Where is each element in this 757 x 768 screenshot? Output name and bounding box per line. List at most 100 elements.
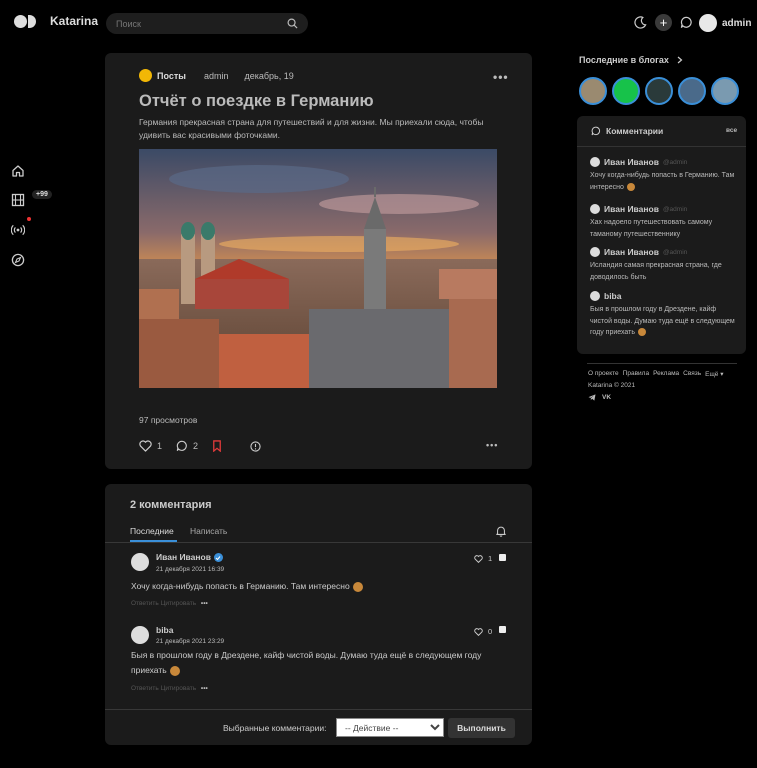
video-count-badge: +99: [32, 190, 52, 199]
comment-text: Быя в прошлом году в Дрездене, кайф чист…: [131, 650, 482, 676]
all-comments-link[interactable]: все: [726, 127, 737, 134]
search-icon[interactable]: [287, 18, 298, 29]
report-button[interactable]: [250, 440, 261, 452]
footer-link-contact[interactable]: Связь: [683, 370, 701, 378]
post-image[interactable]: [139, 149, 497, 388]
compass-icon[interactable]: [11, 253, 27, 269]
live-indicator: [27, 217, 31, 221]
footer-links: О проекте Правила Реклама Связь Ещё ▾: [588, 370, 724, 378]
comments-button[interactable]: 2: [176, 440, 198, 452]
bookmark-button[interactable]: [212, 440, 222, 452]
vk-link[interactable]: VK: [602, 394, 611, 401]
footer-link-rules[interactable]: Правила: [623, 370, 649, 378]
blog-story[interactable]: [711, 77, 739, 105]
film-icon[interactable]: [11, 193, 27, 209]
broadcast-icon[interactable]: [11, 223, 27, 239]
blog-story[interactable]: [612, 77, 640, 105]
blog-story[interactable]: [645, 77, 673, 105]
quote-link[interactable]: Цитировать: [161, 685, 197, 692]
category-icon: [139, 69, 152, 82]
widget-title: Комментарии: [606, 126, 664, 136]
comment-avatar[interactable]: [131, 626, 149, 644]
search-input[interactable]: [116, 18, 287, 29]
comment-date: 21 декабря 2021 23:29: [156, 638, 225, 645]
comment-like-count: 1: [488, 554, 493, 563]
recent-comment[interactable]: Иван Иванов @admin Исландия самая прекрас…: [590, 247, 740, 283]
brand-name: Katarina: [50, 14, 99, 28]
likes-count: 1: [157, 441, 163, 451]
social-links: VK: [588, 394, 611, 401]
comments-count: 2: [193, 441, 199, 451]
comment-links: Ответить Цитировать •••: [131, 685, 208, 692]
heart-icon: [474, 554, 483, 563]
post-views: 97 просмотров: [139, 415, 198, 425]
avatar: [699, 14, 717, 32]
comment-author[interactable]: Иван Иванов: [156, 552, 223, 563]
chat-icon[interactable]: [680, 16, 693, 29]
comment-checkbox[interactable]: [499, 626, 506, 633]
emoji-icon: [352, 581, 363, 592]
like-button[interactable]: 1: [139, 440, 162, 452]
tab-write[interactable]: Написать: [190, 526, 227, 536]
comment-author[interactable]: biba: [156, 625, 173, 635]
search-bar[interactable]: [106, 13, 308, 34]
post-author[interactable]: admin: [204, 71, 229, 81]
selected-comments-label: Выбранные комментарии:: [223, 723, 327, 733]
recent-comment[interactable]: Иван Иванов @admin Хочу когда-нибудь попа…: [590, 157, 740, 193]
heart-icon: [139, 440, 152, 452]
telegram-icon[interactable]: [588, 394, 596, 401]
post-category[interactable]: Посты: [157, 71, 186, 81]
widget-header: Комментарии: [591, 126, 663, 136]
comment-more-icon[interactable]: •••: [201, 600, 208, 607]
reply-link[interactable]: Ответить: [131, 600, 159, 607]
blog-story[interactable]: [678, 77, 706, 105]
execute-button[interactable]: Выполнить: [448, 718, 515, 738]
post-meta: Посты admin декабрь, 19: [139, 69, 294, 82]
recent-blogs-header[interactable]: Последние в блогах: [579, 55, 683, 65]
avatar: [590, 157, 600, 167]
footer-link-ads[interactable]: Реклама: [653, 370, 679, 378]
blog-story[interactable]: [579, 77, 607, 105]
header-actions: +: [634, 14, 693, 31]
comment-checkbox[interactable]: [499, 554, 506, 561]
comment-avatar[interactable]: [131, 553, 149, 571]
user-menu[interactable]: admin: [699, 14, 751, 32]
divider: [105, 709, 532, 710]
post-description: Германия прекрасная страна для путешеств…: [139, 117, 484, 140]
emoji-icon: [626, 182, 635, 191]
post-more-icon[interactable]: •••: [486, 440, 498, 450]
emoji-icon: [169, 665, 180, 676]
post-title[interactable]: Отчёт о поездке в Германию: [139, 92, 374, 111]
comment-like-button[interactable]: 1: [474, 554, 492, 563]
logo-icon: [14, 14, 36, 28]
post-date: декабрь, 19: [244, 70, 294, 81]
bookmark-icon: [213, 440, 221, 452]
home-icon[interactable]: [11, 164, 27, 180]
divider: [587, 363, 737, 364]
comment-text: Хочу когда-нибудь попасть в Германию. Та…: [131, 579, 491, 594]
divider: [577, 146, 746, 147]
reply-link[interactable]: Ответить: [131, 685, 159, 692]
plus-icon[interactable]: +: [655, 14, 672, 31]
comment-more-icon[interactable]: •••: [201, 685, 208, 692]
avatar: [590, 204, 600, 214]
quote-link[interactable]: Цитировать: [161, 600, 197, 607]
avatar: [590, 247, 600, 257]
recent-comment[interactable]: biba Быя в прошлом году в Дрездене, кайф…: [590, 291, 740, 339]
comment-date: 21 декабря 2021 16:39: [156, 566, 225, 573]
comment-like-button[interactable]: 0: [474, 627, 492, 636]
footer-link-about[interactable]: О проекте: [588, 370, 619, 378]
info-icon: [250, 440, 261, 452]
divider: [105, 542, 532, 543]
comment-like-count: 0: [488, 627, 493, 636]
more-icon[interactable]: •••: [493, 70, 509, 84]
action-select[interactable]: -- Действие --: [336, 718, 444, 737]
logo[interactable]: Katarina: [14, 14, 98, 28]
moon-icon[interactable]: [634, 16, 647, 29]
post-actions: 1 2: [139, 440, 275, 452]
comments-section: [105, 484, 532, 745]
tab-latest[interactable]: Последние: [130, 526, 174, 536]
recent-comment[interactable]: Иван Иванов @admin Хах надоело путешество…: [590, 204, 740, 240]
footer-link-more[interactable]: Ещё ▾: [705, 370, 723, 378]
bell-icon[interactable]: [495, 525, 507, 537]
